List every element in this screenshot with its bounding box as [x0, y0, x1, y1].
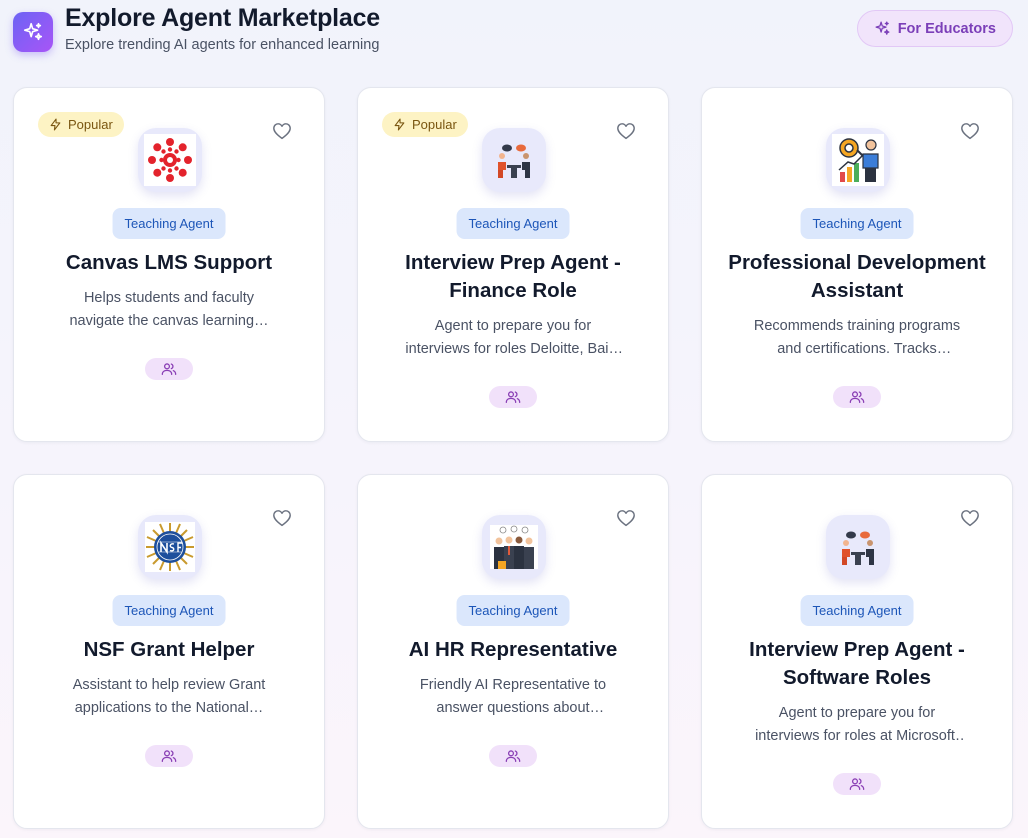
- users-icon: [505, 750, 521, 762]
- presenter-chart-icon: [826, 128, 890, 192]
- category-tag: Teaching Agent: [800, 208, 914, 239]
- users-icon: [505, 391, 521, 403]
- agent-description: Helps students and faculty navigate the …: [69, 290, 269, 329]
- hr-team-icon: [482, 515, 546, 579]
- agent-title: Canvas LMS Support: [65, 251, 273, 274]
- agent-card-ai-hr-representative[interactable]: Teaching Agent AI HR Representative Frie…: [357, 474, 669, 829]
- agent-description: Agent to prepare you for interviews for …: [755, 705, 959, 744]
- category-tag: Teaching Agent: [456, 595, 570, 626]
- agent-card-interview-prep-finance[interactable]: Popular Teaching Agent Interview Prep Ag…: [357, 87, 669, 442]
- agent-title: Interview Prep Agent - Finance Role: [405, 251, 621, 302]
- agent-card-nsf-grant-helper[interactable]: Teaching Agent NSF Grant Helper Assistan…: [13, 474, 325, 829]
- users-icon: [849, 778, 865, 790]
- users-button[interactable]: [489, 745, 537, 767]
- heart-icon: [273, 510, 291, 527]
- nsf-seal-icon: [138, 515, 202, 579]
- users-button[interactable]: [833, 773, 881, 795]
- sparkles-icon: [875, 21, 890, 35]
- category-tag: Teaching Agent: [112, 208, 226, 239]
- page-subtitle: Explore trending AI agents for enhanced …: [65, 37, 380, 53]
- heart-icon: [617, 510, 635, 527]
- category-tag: Teaching Agent: [112, 595, 226, 626]
- users-button[interactable]: [145, 745, 193, 767]
- favorite-button[interactable]: [270, 120, 294, 142]
- popular-badge: Popular: [38, 112, 124, 137]
- category-tag: Teaching Agent: [456, 208, 570, 239]
- agent-description: Friendly AI Representative to answer que…: [419, 677, 607, 716]
- popular-badge-label: Popular: [412, 117, 457, 132]
- users-icon: [161, 363, 177, 375]
- popular-badge-label: Popular: [68, 117, 113, 132]
- favorite-button[interactable]: [958, 507, 982, 529]
- agent-description: Recommends training programs and certifi…: [753, 318, 961, 357]
- interview-icon: [482, 128, 546, 192]
- agent-title: AI HR Representative: [408, 638, 618, 661]
- popular-badge: Popular: [382, 112, 468, 137]
- category-tag: Teaching Agent: [800, 595, 914, 626]
- heart-icon: [961, 123, 979, 140]
- interview-icon: [826, 515, 890, 579]
- agent-title: Professional Development Assistant: [728, 251, 986, 302]
- agent-description: Assistant to help review Grant applicati…: [72, 677, 266, 716]
- heart-icon: [961, 510, 979, 527]
- canvas-logo-icon: [138, 128, 202, 192]
- lightning-icon: [394, 118, 405, 131]
- agent-description: Agent to prepare you for interviews for …: [405, 318, 621, 357]
- favorite-button[interactable]: [270, 507, 294, 529]
- agent-card-canvas-lms-support[interactable]: Popular Teaching Agent Canvas LMS Suppor…: [13, 87, 325, 442]
- favorite-button[interactable]: [614, 507, 638, 529]
- page-header: Explore Agent Marketplace Explore trendi…: [13, 4, 1013, 64]
- heart-icon: [617, 123, 635, 140]
- users-button[interactable]: [833, 386, 881, 408]
- for-educators-button[interactable]: For Educators: [856, 10, 1013, 47]
- sparkles-icon: [13, 12, 53, 52]
- agent-card-professional-development[interactable]: Teaching Agent Professional Development …: [701, 87, 1013, 442]
- users-button[interactable]: [489, 386, 537, 408]
- agent-title: NSF Grant Helper: [83, 638, 255, 661]
- page-title: Explore Agent Marketplace: [65, 4, 381, 32]
- heart-icon: [273, 123, 291, 140]
- users-button[interactable]: [145, 358, 193, 380]
- favorite-button[interactable]: [614, 120, 638, 142]
- agent-title: Interview Prep Agent - Software Roles: [749, 638, 965, 689]
- agent-card-interview-prep-software[interactable]: Teaching Agent Interview Prep Agent - So…: [701, 474, 1013, 829]
- for-educators-label: For Educators: [897, 20, 996, 37]
- lightning-icon: [50, 118, 61, 131]
- users-icon: [849, 391, 865, 403]
- favorite-button[interactable]: [958, 120, 982, 142]
- users-icon: [161, 750, 177, 762]
